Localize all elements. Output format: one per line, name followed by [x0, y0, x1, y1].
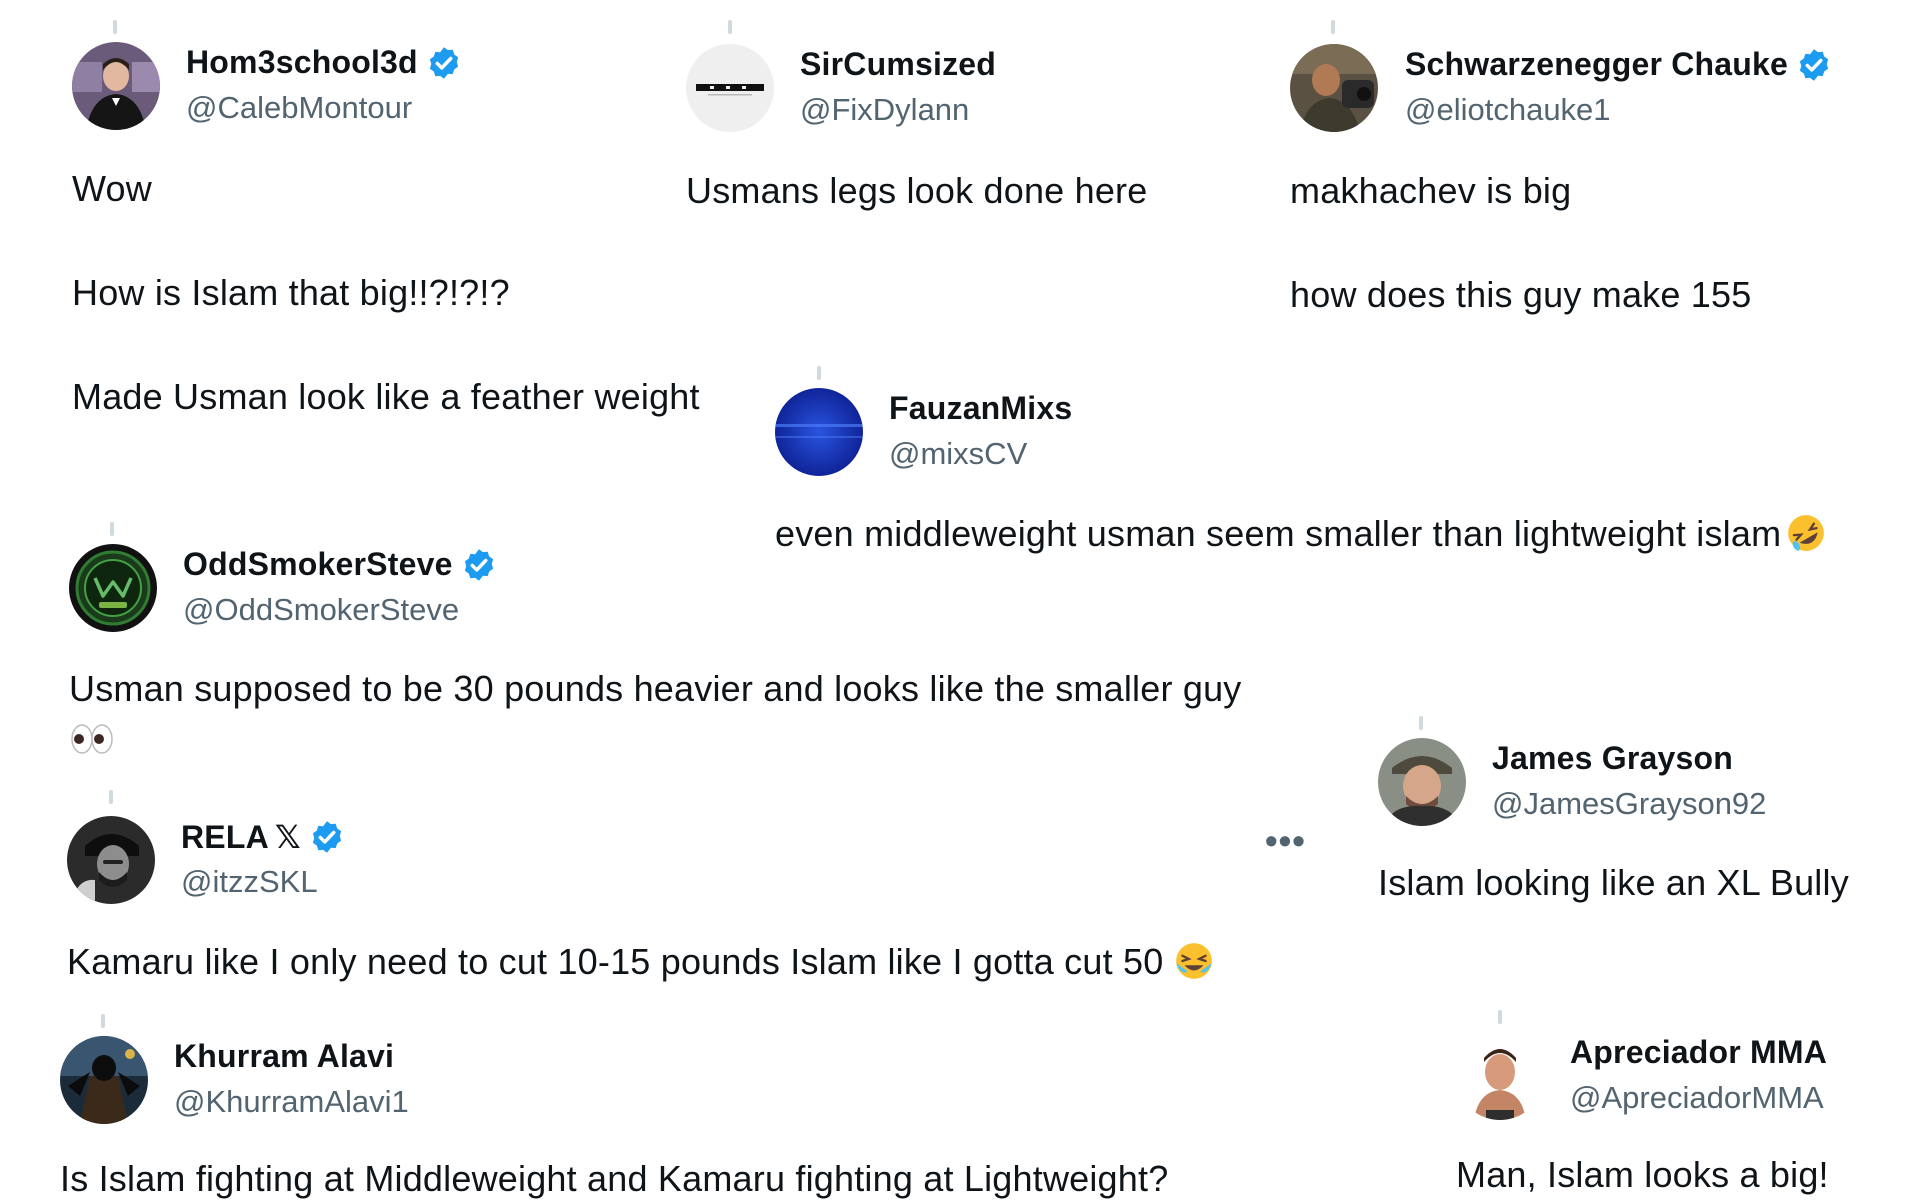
- avatar[interactable]: [1290, 44, 1378, 132]
- author-handle[interactable]: @ApreciadorMMA: [1570, 1080, 1824, 1116]
- avatar-image: [69, 544, 157, 632]
- rolling-on-floor-laughing-emoji-icon: [1785, 512, 1827, 554]
- thread-connector: [1419, 716, 1423, 730]
- avatar[interactable]: [69, 544, 157, 632]
- thread-connector: [1331, 20, 1335, 34]
- tweet-text-line: How is Islam that big!!?!?!?: [72, 272, 510, 313]
- avatar[interactable]: [67, 816, 155, 904]
- author-handle[interactable]: @OddSmokerSteve: [183, 592, 459, 628]
- avatar-image: [72, 42, 160, 130]
- author-handle[interactable]: @JamesGrayson92: [1492, 786, 1766, 822]
- thread-connector: [110, 522, 114, 536]
- author-row: RELA 𝕏: [181, 818, 345, 856]
- x-logo-icon: 𝕏: [274, 818, 301, 856]
- tweet-text-line: Kamaru like I only need to cut 10-15 pou…: [67, 940, 1215, 983]
- tweet-text-line: Made Usman look like a feather weight: [72, 376, 700, 417]
- tweet-text-line: [69, 718, 115, 760]
- avatar-image: [1456, 1032, 1544, 1120]
- author-handle[interactable]: @mixsCV: [889, 436, 1027, 472]
- author-row: Schwarzenegger Chauke: [1405, 46, 1832, 83]
- eyes-emoji-icon: [69, 719, 115, 759]
- author-handle[interactable]: @itzzSKL: [181, 864, 318, 900]
- avatar-image: [67, 816, 155, 904]
- avatar[interactable]: [775, 388, 863, 476]
- display-name[interactable]: SirCumsized: [800, 46, 996, 83]
- author-handle[interactable]: @FixDylann: [800, 92, 969, 128]
- author-row: Apreciador MMA: [1570, 1034, 1827, 1071]
- thread-connector: [101, 1014, 105, 1028]
- tweet-text-line: Is Islam fighting at Middleweight and Ka…: [60, 1158, 1169, 1199]
- thread-connector: [728, 20, 732, 34]
- tweet-text: even middleweight usman seem smaller tha…: [775, 513, 1782, 554]
- tweet-text: Kamaru like I only need to cut 10-15 pou…: [67, 941, 1164, 982]
- author-row: SirCumsized: [800, 46, 996, 83]
- thread-connector: [817, 366, 821, 380]
- verified-badge-icon: [426, 45, 462, 81]
- verified-badge-icon: [1796, 47, 1832, 83]
- author-row: Hom3school3d: [186, 44, 462, 81]
- loudly-crying-laughing-emoji-icon: [1173, 940, 1215, 982]
- avatar-image: [60, 1036, 148, 1124]
- verified-badge-icon: [309, 819, 345, 855]
- tweet-text-line: Man, Islam looks a big!: [1456, 1154, 1829, 1195]
- avatar-image: [1378, 738, 1466, 826]
- author-row: James Grayson: [1492, 740, 1733, 777]
- author-row: OddSmokerSteve: [183, 546, 497, 583]
- tweet-text-line: even middleweight usman seem smaller tha…: [775, 512, 1827, 555]
- author-handle[interactable]: @KhurramAlavi1: [174, 1084, 409, 1120]
- avatar[interactable]: [686, 44, 774, 132]
- tweet-text-line: Usmans legs look done here: [686, 170, 1148, 211]
- verified-badge-icon: [461, 547, 497, 583]
- display-name[interactable]: Hom3school3d: [186, 44, 418, 81]
- display-name[interactable]: Apreciador MMA: [1570, 1034, 1827, 1071]
- author-handle[interactable]: @CalebMontour: [186, 90, 412, 126]
- author-row: FauzanMixs: [889, 390, 1072, 427]
- avatar[interactable]: [1378, 738, 1466, 826]
- thread-connector: [1498, 1010, 1502, 1024]
- display-name[interactable]: Schwarzenegger Chauke: [1405, 46, 1788, 83]
- avatar[interactable]: [60, 1036, 148, 1124]
- thread-connector: [113, 20, 117, 34]
- tweet-text-line: makhachev is big: [1290, 170, 1572, 211]
- more-options-button[interactable]: •••: [1265, 820, 1306, 862]
- display-name[interactable]: RELA: [181, 819, 269, 856]
- avatar-image: [686, 44, 774, 132]
- author-handle[interactable]: @eliotchauke1: [1405, 92, 1611, 128]
- avatar[interactable]: [72, 42, 160, 130]
- avatar[interactable]: [1456, 1032, 1544, 1120]
- tweet-text-line: Wow: [72, 168, 152, 209]
- tweet-text-line: Usman supposed to be 30 pounds heavier a…: [69, 668, 1242, 709]
- tweet-text-line: how does this guy make 155: [1290, 274, 1752, 315]
- display-name[interactable]: FauzanMixs: [889, 390, 1072, 427]
- avatar-image: [775, 388, 863, 476]
- display-name[interactable]: James Grayson: [1492, 740, 1733, 777]
- tweet-text-line: Islam looking like an XL Bully: [1378, 862, 1849, 903]
- display-name[interactable]: OddSmokerSteve: [183, 546, 453, 583]
- thread-connector: [109, 790, 113, 804]
- avatar-image: [1290, 44, 1378, 132]
- display-name[interactable]: Khurram Alavi: [174, 1038, 394, 1075]
- author-row: Khurram Alavi: [174, 1038, 394, 1075]
